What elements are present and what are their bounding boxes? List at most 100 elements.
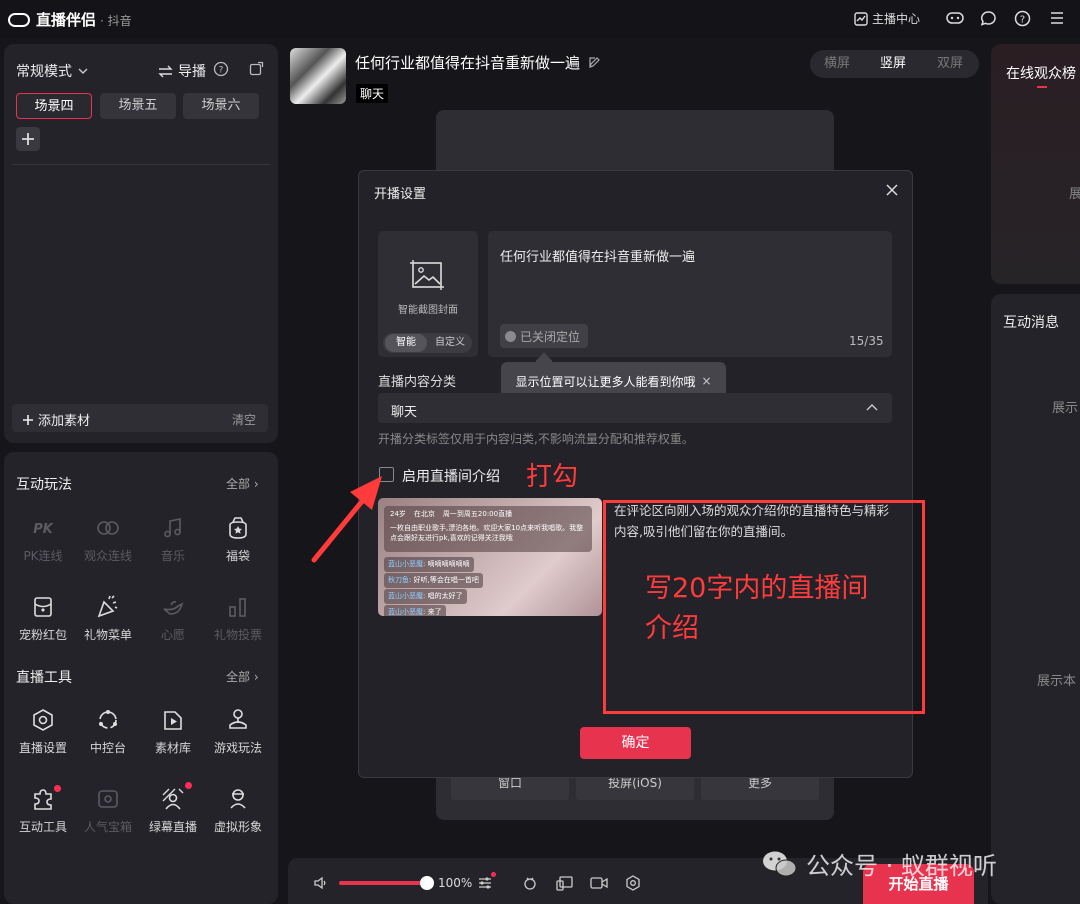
volume-slider-handle[interactable] [420,876,434,890]
green-screen-icon [162,788,184,810]
preview-comments: 蓝山小恶魔: 嘀嘀嘀嘀嘀嘀 秋刀鱼: 好听,等会在唱一首吧 蓝山小恶魔: 唱的太… [384,557,483,616]
guide-button[interactable]: 导播 [158,61,206,81]
joystick-icon [229,709,247,729]
control-center-tool[interactable]: 中控台 [77,707,139,756]
help-icon[interactable]: ? [1014,10,1031,27]
comment-user: 秋刀鱼 [388,576,409,584]
pk-link-tool[interactable]: PK PK连线 [12,515,74,564]
chart-icon [854,11,868,26]
mode-label: 常规模式 [16,64,72,80]
music-tool[interactable]: 音乐 [142,515,204,564]
comment-text: 嘀嘀嘀嘀嘀嘀 [427,560,470,568]
settings-icon[interactable] [625,875,641,891]
cover-mode-custom[interactable]: 自定义 [430,334,470,352]
messages-panel [991,294,1080,904]
menu-icon[interactable] [1049,11,1065,25]
host-center-button[interactable]: 主播中心 [854,10,920,27]
chevron-up-icon [866,404,878,411]
watermark-text: 公众号 · 蚁群视听 [806,852,997,880]
material-library-tool[interactable]: 素材库 [142,707,204,756]
message-icon[interactable] [980,10,997,27]
messages-title[interactable]: 互动消息 [1003,312,1059,332]
camera-icon[interactable] [590,876,608,890]
dual-screen-option[interactable]: 双屏 [937,52,963,71]
portrait-option[interactable]: 竖屏 [880,52,906,71]
scene-tab-5[interactable]: 场景五 [100,93,176,119]
lucky-bag-tool[interactable]: 福袋 [207,515,269,564]
cover-mode-smart[interactable]: 智能 [385,334,427,352]
intro-checkbox-label[interactable]: 启用直播间介绍 [402,466,500,486]
tools-all-link[interactable]: 全部 › [226,668,259,685]
annotation-line: 介绍 [645,613,699,644]
preview-intro: 一枚自由职业歌手,漂泊各地。欢迎大家10点来听我唱歌。我整点会跟好友进行pk,喜… [390,524,584,542]
interactive-tools-tool[interactable]: 互动工具 [12,786,74,835]
online-rank-title[interactable]: 在线观众榜 [1006,63,1076,83]
gift-menu-tool[interactable]: 礼物菜单 [77,594,139,643]
gamepad-icon[interactable] [946,10,964,26]
wish-tool[interactable]: 心愿 [142,594,204,643]
fan-redpacket-tool[interactable]: 宠粉红包 [12,594,74,643]
all-label: 全部 [226,477,251,491]
close-icon[interactable]: × [701,374,711,388]
notification-dot [185,782,192,789]
preview-comment: 蓝山小恶魔: 唱的太好了 [384,589,467,604]
redpacket-icon [34,597,52,617]
title-input-value: 任何行业都值得在抖音重新做一遍 [500,250,696,265]
preview-city: 在北京 [413,510,435,518]
tool-label: 音乐 [160,549,185,563]
gift-vote-tool[interactable]: 礼物投票 [207,594,269,643]
tool-label: 虚拟形象 [213,820,262,834]
popout-icon[interactable] [249,61,264,76]
green-screen-tool[interactable]: 绿幕直播 [142,786,204,835]
treasure-box-icon [98,790,118,808]
interactive-all-link[interactable]: 全部 › [226,475,259,492]
location-toggle[interactable]: 已关闭定位 [500,324,588,348]
category-select[interactable] [378,393,892,423]
virtual-avatar-tool[interactable]: 虚拟形象 [207,786,269,835]
location-off-icon [505,330,516,342]
mode-selector[interactable]: 常规模式 [16,61,88,81]
stream-avatar[interactable] [290,48,346,104]
confirm-button[interactable]: 确定 [580,727,691,759]
tooltip-text: 显示位置可以让更多人能看到你哦 [515,374,696,389]
game-play-tool[interactable]: 游戏玩法 [207,707,269,756]
svg-text:?: ? [1020,15,1025,26]
comment-user: 蓝山小恶魔 [388,560,423,568]
wechat-icon [763,851,797,876]
add-material-button[interactable]: 添加素材 [22,410,90,429]
app-name: 直播伴侣 [36,11,97,29]
help-icon[interactable]: ? [213,61,229,77]
equalizer-icon[interactable] [478,876,492,890]
scene-tab-4[interactable]: 场景四 [16,93,92,119]
popularity-box-tool[interactable]: 人气宝箱 [77,786,139,835]
screen-share-icon[interactable] [556,875,574,891]
image-crop-icon [410,260,444,290]
live-settings-tool[interactable]: 直播设置 [12,707,74,756]
pk-icon: PK [33,522,54,537]
guide-label: 导播 [178,64,206,80]
preview-comment: 蓝山小恶魔: 嘀嘀嘀嘀嘀嘀 [384,557,474,572]
hexagon-settings-icon [33,709,53,731]
beauty-icon[interactable] [522,875,538,891]
add-scene-button[interactable] [16,127,40,151]
avatar-icon [230,789,246,809]
audience-link-tool[interactable]: 观众连线 [77,515,139,564]
notification-dot [491,872,496,877]
landscape-option[interactable]: 横屏 [824,52,850,71]
close-icon[interactable] [885,183,899,197]
messages-placeholder: 展示 [1052,401,1079,416]
speaker-icon[interactable] [313,876,329,890]
lamp-icon [163,601,184,615]
platform-label: · 抖音 [100,14,132,28]
tool-label: 礼物投票 [213,628,262,642]
tool-label: 礼物菜单 [83,628,132,642]
clear-button[interactable]: 清空 [232,411,256,428]
volume-slider-track[interactable] [339,881,427,885]
scene-tab-6[interactable]: 场景六 [183,93,259,119]
tool-label: 直播设置 [18,741,67,755]
tool-label: 互动工具 [18,820,67,834]
edit-icon [589,57,600,68]
rank-placeholder: 展 [1069,187,1080,202]
comment-text: 来了 [427,608,442,616]
stream-title-row[interactable]: 任何行业都值得在抖音重新做一遍 [355,52,601,73]
